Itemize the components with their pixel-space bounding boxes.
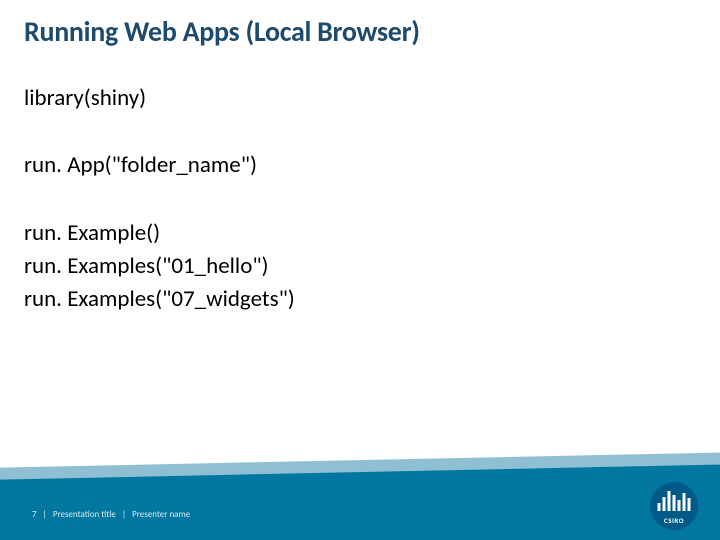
separator: | xyxy=(118,509,130,520)
slide-title: Running Web Apps (Local Browser) xyxy=(24,14,420,49)
code-line-4: run. Examples("01_hello") xyxy=(24,250,684,283)
blank-line xyxy=(24,183,684,217)
code-line-5: run. Examples("07_widgets") xyxy=(24,283,684,316)
csiro-logo: CSIRO xyxy=(650,482,698,530)
footer-text: 7 | Presentation title | Presenter name xyxy=(32,509,190,520)
slide-body: library(shiny) run. App("folder_name") r… xyxy=(24,82,684,317)
code-line-3: run. Example() xyxy=(24,217,684,250)
slide: Running Web Apps (Local Browser) library… xyxy=(0,0,720,540)
presentation-title: Presentation title xyxy=(53,509,116,520)
presenter-name: Presenter name xyxy=(132,509,190,520)
code-line-2: run. App("folder_name") xyxy=(24,149,684,182)
code-line-1: library(shiny) xyxy=(24,82,684,115)
logo-text: CSIRO xyxy=(650,516,698,525)
blank-line xyxy=(24,115,684,149)
separator: | xyxy=(39,509,51,520)
page-number: 7 xyxy=(32,509,37,520)
footer-band: 7 | Presentation title | Presenter name … xyxy=(0,458,720,540)
logo-circle: CSIRO xyxy=(650,482,698,530)
logo-bars-icon xyxy=(658,491,691,511)
